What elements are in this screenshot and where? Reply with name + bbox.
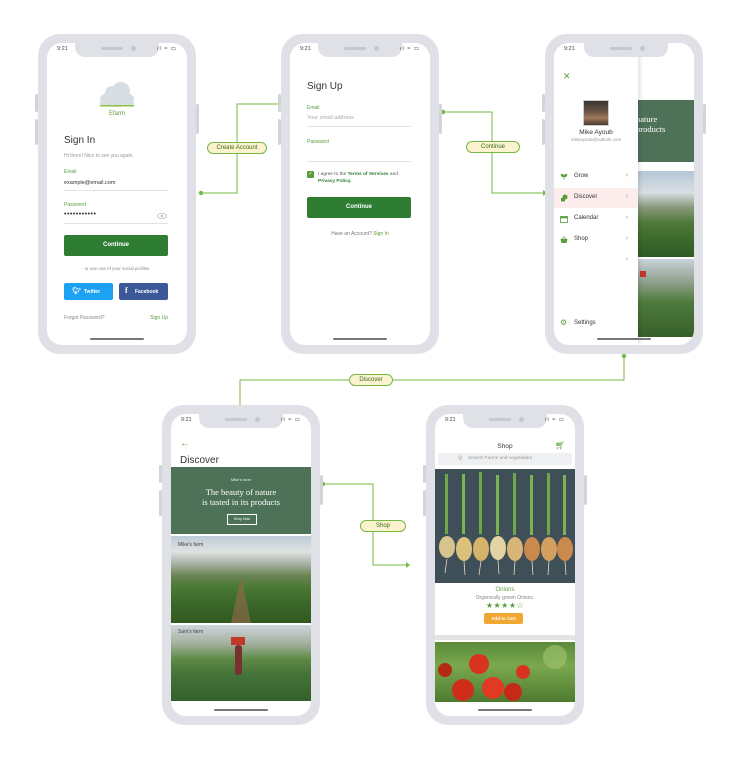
product-card-tomatoes[interactable] <box>435 642 575 702</box>
facebook-icon: f <box>125 286 128 295</box>
cloud-logo-icon <box>100 82 134 107</box>
chevron-right-icon: › <box>625 235 628 242</box>
twitter-icon: 🐦︎ <box>72 288 81 295</box>
connector-shop: Shop <box>360 520 406 532</box>
divider <box>435 635 575 640</box>
user-name: Mike Ayoub <box>579 129 613 136</box>
banner-line-2: is tasted in its products <box>202 497 280 507</box>
menu-item-settings[interactable]: ⚙ Settings <box>554 314 638 334</box>
page-title: Discover <box>180 455 219 466</box>
close-icon[interactable]: ✕ <box>563 71 571 82</box>
logo-text: Efarm <box>108 111 125 117</box>
social-text: or use one of your social profiles <box>84 266 150 271</box>
menu-item-calendar[interactable]: Calendar › <box>554 209 638 229</box>
phone-drawer: nature products 9:21 ✕ Mike Ayoub mikeay… <box>542 34 706 354</box>
drawer-panel: 9:21 ✕ Mike Ayoub mikeayoub@outlook.com … <box>554 43 668 345</box>
chevron-left-icon: ‹ <box>625 193 628 200</box>
sign-in-screen: 9:21 ıl ≈ ▭ Efarm Sign In Hi there! Nice … <box>47 43 187 345</box>
menu-item-shop[interactable]: Shop › <box>554 230 638 250</box>
subtitle: Hi there! Nice to see you again. <box>64 153 134 159</box>
banner-small-text: Mike's farm <box>230 477 252 482</box>
cart-icon[interactable]: 🛒︎ <box>555 441 565 450</box>
terms-link[interactable]: Terms of Services <box>348 172 389 177</box>
background-photo-2 <box>638 259 694 337</box>
email-label: Email <box>307 105 320 111</box>
page-title: Sign In <box>64 135 96 146</box>
email-field[interactable]: Your email address <box>307 115 354 121</box>
twitter-button[interactable]: 🐦︎ Twitter <box>64 283 113 300</box>
sign-in-link[interactable]: Sign In <box>373 231 389 237</box>
hero-banner[interactable]: Mike's farm The beauty of nature is tast… <box>171 467 311 534</box>
terms-text: I agree to the Terms of Services and Pri… <box>318 172 398 184</box>
sign-up-screen: 9:21 ıl ≈ ▭ Sign Up Email Your email addr… <box>290 43 430 345</box>
discover-screen: 9:21 ıl ≈ ▭ ← Discover Mike's farm The be… <box>171 414 311 716</box>
email-field[interactable]: example@email.com <box>64 180 115 186</box>
background-headline: nature products <box>636 114 666 134</box>
search-icon: ⚲ <box>458 456 463 462</box>
continue-button[interactable]: Continue <box>307 197 411 218</box>
email-label: Email <box>64 169 77 175</box>
password-field[interactable]: ••••••••••• <box>64 211 96 218</box>
product-card-onions[interactable]: Onions Organically grown Onions. ★★★★☆ A… <box>435 469 575 635</box>
twitter-label: Twitter <box>84 288 101 295</box>
privacy-link[interactable]: Privacy Policy. <box>318 179 352 184</box>
rating-stars: ★★★★☆ <box>485 601 525 610</box>
add-to-cart-button[interactable]: Add to Cart <box>484 613 523 624</box>
chevron-right-icon: › <box>625 256 628 263</box>
continue-button[interactable]: Continue <box>64 235 168 256</box>
connector-continue: Continue <box>466 141 520 153</box>
back-arrow-icon[interactable]: ← <box>180 438 190 449</box>
farm-2-label: Sam's farm <box>178 629 204 635</box>
basket-icon <box>560 236 568 243</box>
sign-up-link[interactable]: Sign Up <box>150 315 168 321</box>
phone-sign-in: 9:21 ıl ≈ ▭ Efarm Sign In Hi there! Nice … <box>35 34 199 354</box>
connector-create-account: Create Account <box>207 142 267 154</box>
menu-item-discover[interactable]: Discover ‹ <box>554 188 638 208</box>
have-account-row: Have an Account? Sign In <box>331 231 389 237</box>
onions-photo <box>435 469 575 583</box>
menu-item-empty[interactable]: › <box>554 251 638 271</box>
shop-screen: 9:21 ıl ≈ ▭ Shop 🛒︎ ⚲ Search Farms and ve… <box>435 414 575 716</box>
chevron-right-icon: › <box>625 172 628 179</box>
calendar-icon <box>560 216 568 223</box>
avatar <box>583 100 609 126</box>
background-photo-1 <box>638 171 694 257</box>
discover-icon <box>561 194 568 202</box>
password-label: Password <box>307 139 329 145</box>
phone-discover: 9:21 ıl ≈ ▭ ← Discover Mike's farm The be… <box>159 405 323 725</box>
banner-line-1: The beauty of nature <box>205 487 277 497</box>
password-label: Password <box>64 202 86 208</box>
page-title: Sign Up <box>307 81 343 92</box>
farm-card-1[interactable]: Mike's farm <box>171 536 311 623</box>
shop-now-button[interactable]: Shop Now <box>227 514 257 525</box>
facebook-label: Facebook <box>135 288 159 295</box>
sprout-icon <box>560 173 568 180</box>
forgot-password-link[interactable]: Forgot Password? <box>64 315 105 321</box>
connector-discover: Discover <box>349 374 393 386</box>
phone-shop: 9:21 ıl ≈ ▭ Shop 🛒︎ ⚲ Search Farms and ve… <box>423 405 587 725</box>
drawer-screen: nature products 9:21 ✕ Mike Ayoub mikeay… <box>554 43 694 345</box>
search-placeholder: Search Farms and vegetables <box>468 456 532 461</box>
user-email: mikeayoub@outlook.com <box>570 137 622 142</box>
search-input[interactable]: ⚲ Search Farms and vegetables <box>438 453 572 465</box>
farm-card-2[interactable]: Sam's farm <box>171 625 311 701</box>
phone-sign-up: 9:21 ıl ≈ ▭ Sign Up Email Your email addr… <box>278 34 442 354</box>
chevron-right-icon: › <box>625 214 628 221</box>
gear-icon: ⚙ <box>560 318 568 327</box>
eye-icon[interactable] <box>157 213 167 219</box>
background-banner: nature products <box>636 100 694 162</box>
farm-1-label: Mike's farm <box>178 542 204 548</box>
facebook-button[interactable]: f Facebook <box>119 283 168 300</box>
agree-checkbox[interactable]: ✓ <box>307 171 314 178</box>
menu-item-grow[interactable]: Grow › <box>554 167 638 187</box>
product-name: Onions <box>495 587 515 593</box>
